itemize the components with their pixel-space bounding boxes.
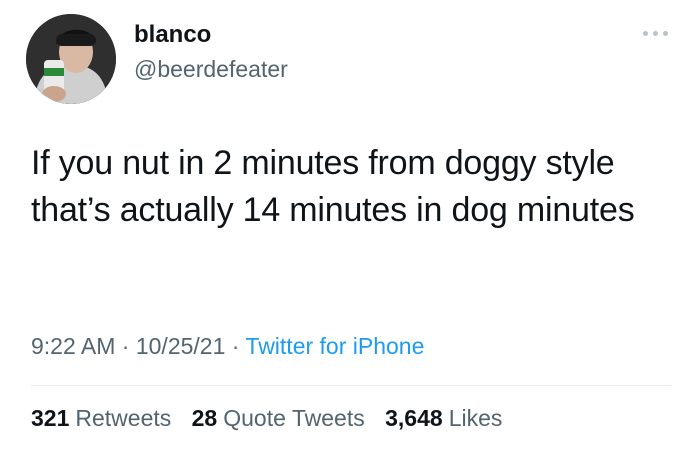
tweet-time[interactable]: 9:22 AM [31,333,115,359]
meta-separator: · [231,333,240,359]
divider [31,385,671,386]
tweet-date[interactable]: 10/25/21 [136,333,226,359]
tweet-stats: 321 Retweets 28 Quote Tweets 3,648 Likes [31,403,516,433]
retweets-count: 321 [31,405,70,431]
quote-tweets-stat[interactable]: 28 Quote Tweets [192,405,365,431]
tweet-card: blanco @beerdefeater If you nut in 2 min… [0,0,700,449]
display-name[interactable]: blanco [134,20,211,50]
tweet-meta: 9:22 AM · 10/25/21 · Twitter for iPhone [31,331,424,361]
user-handle[interactable]: @beerdefeater [134,54,288,84]
retweets-label: Retweets [75,405,172,431]
likes-stat[interactable]: 3,648 Likes [385,405,502,431]
more-options-icon[interactable] [641,26,671,40]
quote-tweets-count: 28 [191,405,218,431]
quote-tweets-label: Quote Tweets [223,405,365,431]
likes-count: 3,648 [385,405,443,431]
avatar[interactable] [26,14,116,104]
avatar-photo-icon [26,14,116,104]
tweet-source-link[interactable]: Twitter for iPhone [245,333,424,359]
meta-separator: · [121,333,130,359]
retweets-stat[interactable]: 321 Retweets [31,405,171,431]
likes-label: Likes [448,405,503,431]
tweet-text: If you nut in 2 minutes from doggy style… [31,144,635,229]
